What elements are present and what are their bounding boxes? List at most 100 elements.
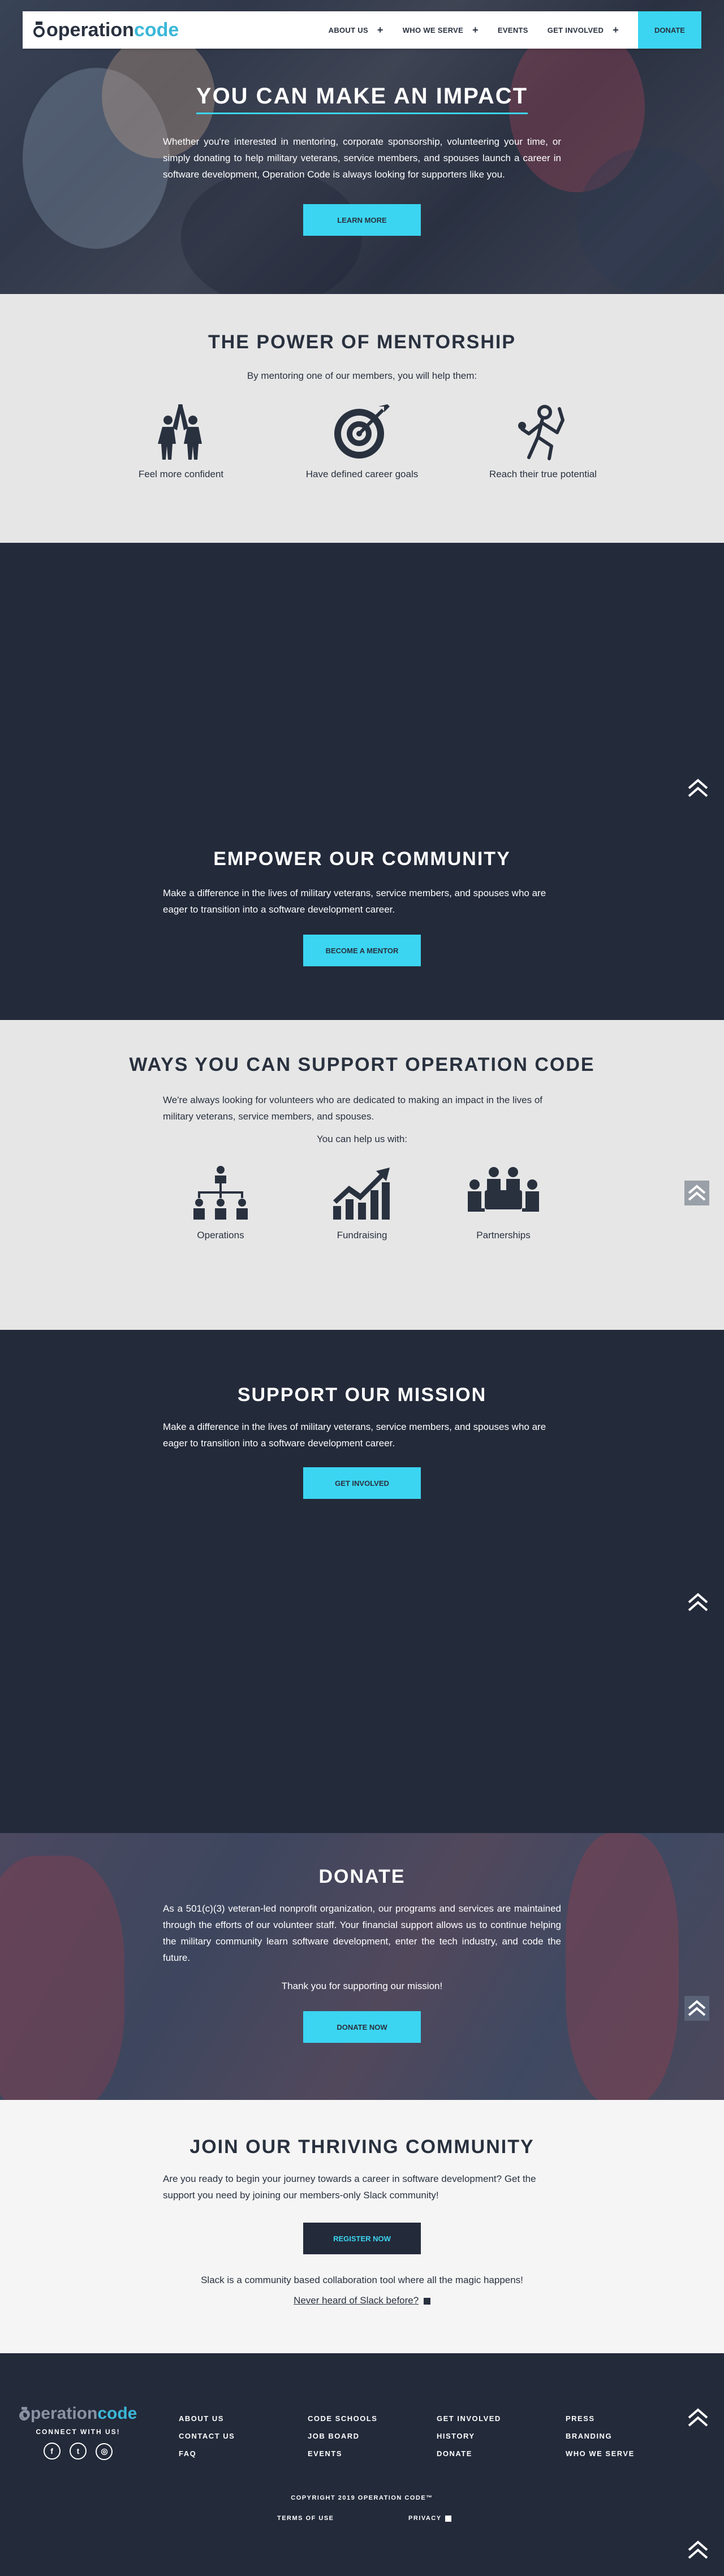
- nav-item-about-us[interactable]: About Us +: [329, 24, 383, 36]
- scroll-to-top-icon[interactable]: [686, 2405, 710, 2430]
- logo-text-code: code: [97, 2404, 137, 2423]
- support-label: Operations: [197, 1230, 244, 1241]
- privacy-link-wrap[interactable]: Privacy: [408, 2515, 451, 2522]
- terms-link[interactable]: Terms of Use: [277, 2515, 334, 2522]
- donate-section: Donate As a 501(c)(3) veteran-led nonpro…: [0, 1833, 724, 2100]
- become-mentor-button[interactable]: Become a Mentor: [303, 935, 421, 966]
- register-now-button[interactable]: Register Now: [303, 2223, 421, 2254]
- nav-label: Who We Serve: [402, 25, 464, 34]
- nav-label: About Us: [328, 25, 368, 34]
- hero-text: Whether you're interested in mentoring, …: [163, 136, 561, 180]
- scroll-to-top-icon[interactable]: [684, 1181, 709, 1205]
- logo-text-code: code: [133, 19, 179, 41]
- benefit-item: Have defined career goals: [272, 404, 453, 480]
- footer-link[interactable]: Who We Serve: [566, 2449, 635, 2458]
- benefit-label: Reach their true potential: [489, 469, 597, 479]
- footer-link[interactable]: History: [437, 2432, 501, 2440]
- donate-now-button[interactable]: Donate Now: [303, 2011, 421, 2043]
- logo[interactable]: operation code: [33, 19, 179, 41]
- support-label: Partnerships: [476, 1230, 531, 1241]
- hero-photo-figure: [577, 147, 724, 294]
- plus-icon[interactable]: +: [377, 24, 383, 36]
- empower-text: Make a difference in the lives of milita…: [163, 888, 546, 915]
- mission-button-wrap: Get Involved: [0, 1467, 724, 1499]
- mission-text: Make a difference in the lives of milita…: [163, 1421, 546, 1449]
- mentorship-section: The Power of Mentorship By mentoring one…: [0, 294, 724, 543]
- empower-button-wrap: Become a Mentor: [0, 935, 724, 966]
- footer-link[interactable]: Job Board: [308, 2432, 377, 2440]
- flag-stripe: [566, 1833, 679, 2100]
- high-five-icon: [158, 404, 202, 460]
- slack-text: Slack is a community based collaboration…: [201, 2275, 523, 2285]
- connect-label: Connect With Us!: [36, 2428, 120, 2436]
- footer-link[interactable]: Branding: [566, 2432, 635, 2440]
- footer-link[interactable]: FAQ: [179, 2449, 235, 2458]
- mentorship-benefits: Feel more confident Have defined career …: [0, 404, 724, 480]
- support-areas: Operations Fundraising Partnerships: [0, 1165, 724, 1241]
- logo-text-operation: operation: [46, 19, 134, 41]
- org-chart-icon: [193, 1166, 248, 1220]
- mentorship-subtitle: By mentoring one of our members, you wil…: [247, 370, 477, 381]
- mentorship-title: The Power of Mentorship: [208, 331, 516, 353]
- header-donate-button[interactable]: Donate: [638, 11, 701, 49]
- achievement-icon: [518, 405, 564, 460]
- hero-content: You Can Make An Impact Whether you're in…: [163, 84, 561, 236]
- footer-link[interactable]: Contact Us: [179, 2432, 235, 2440]
- support-item: Partnerships: [433, 1165, 574, 1241]
- benefit-item: Feel more confident: [90, 404, 272, 480]
- logo-text-operation: operation: [20, 2404, 98, 2423]
- scroll-to-top-icon[interactable]: [684, 1996, 709, 2021]
- target-icon: [334, 404, 390, 459]
- footer-link[interactable]: Get Involved: [437, 2414, 501, 2423]
- main-nav: About Us + Who We Serve + Events Get Invol…: [329, 11, 701, 49]
- support-label: Fundraising: [337, 1230, 387, 1241]
- plus-icon[interactable]: +: [613, 24, 619, 36]
- support-item: Operations: [150, 1165, 291, 1241]
- facebook-icon[interactable]: f: [43, 2443, 61, 2460]
- footer-col-2: Code Schools Job Board Events: [308, 2414, 377, 2467]
- donate-title: Donate: [318, 1866, 406, 1887]
- donate-thanks: Thank you for supporting our mission!: [281, 1981, 443, 1991]
- footer-link[interactable]: Donate: [437, 2449, 501, 2458]
- benefit-item: Reach their true potential: [453, 404, 634, 480]
- meeting-icon: [468, 1167, 539, 1212]
- learn-more-button[interactable]: Learn More: [303, 204, 421, 236]
- empower-title: Empower Our Community: [213, 848, 511, 870]
- footer-link[interactable]: Code Schools: [308, 2414, 377, 2423]
- slack-link[interactable]: Never heard of Slack before?: [294, 2295, 419, 2306]
- scroll-to-top-icon[interactable]: [686, 776, 710, 801]
- privacy-link[interactable]: Privacy: [408, 2515, 442, 2522]
- join-title: Join Our Thriving Community: [189, 2136, 535, 2158]
- benefit-label: Have defined career goals: [305, 469, 419, 479]
- nav-item-get-involved[interactable]: Get Involved +: [548, 24, 619, 36]
- join-button-wrap: Register Now: [0, 2223, 724, 2254]
- twitter-icon[interactable]: t: [70, 2443, 87, 2460]
- growth-chart-icon: [333, 1168, 390, 1220]
- site-header: operation code About Us + Who We Serve + Ev…: [23, 11, 701, 49]
- scroll-to-top-icon[interactable]: [686, 1590, 710, 1615]
- slack-link-wrap: Never heard of Slack before?: [0, 2295, 724, 2306]
- instagram-icon[interactable]: ◎: [96, 2443, 113, 2460]
- nav-label: Events: [497, 25, 528, 34]
- footer-link[interactable]: About Us: [179, 2414, 235, 2423]
- footer-logo[interactable]: operation code: [19, 2404, 137, 2423]
- flag-stripe: [0, 1856, 124, 2100]
- nav-item-events[interactable]: Events: [498, 26, 528, 34]
- empower-section: Empower Our Community Make a difference …: [0, 543, 724, 1020]
- external-link-icon: [445, 2515, 451, 2522]
- footer-brand: operation code Connect With Us! f t ◎: [19, 2404, 137, 2460]
- scroll-to-top-icon[interactable]: [686, 2538, 710, 2562]
- plus-icon[interactable]: +: [472, 24, 479, 36]
- footer-link[interactable]: Press: [566, 2414, 635, 2423]
- ways-text: We're always looking for volunteers who …: [163, 1095, 543, 1122]
- nav-label: Get Involved: [547, 25, 604, 34]
- get-involved-button[interactable]: Get Involved: [303, 1467, 421, 1499]
- ways-subtitle: You can help us with:: [316, 1134, 408, 1144]
- support-item: Fundraising: [291, 1165, 433, 1241]
- nav-item-who-we-serve[interactable]: Who We Serve +: [403, 24, 479, 36]
- site-footer: operation code Connect With Us! f t ◎ Abo…: [0, 2353, 724, 2576]
- ways-section: Ways You Can Support Operation Code We'r…: [0, 1020, 724, 1330]
- social-links: f t ◎: [27, 2443, 129, 2460]
- mission-title: Support Our Mission: [237, 1384, 487, 1406]
- footer-link[interactable]: Events: [308, 2449, 377, 2458]
